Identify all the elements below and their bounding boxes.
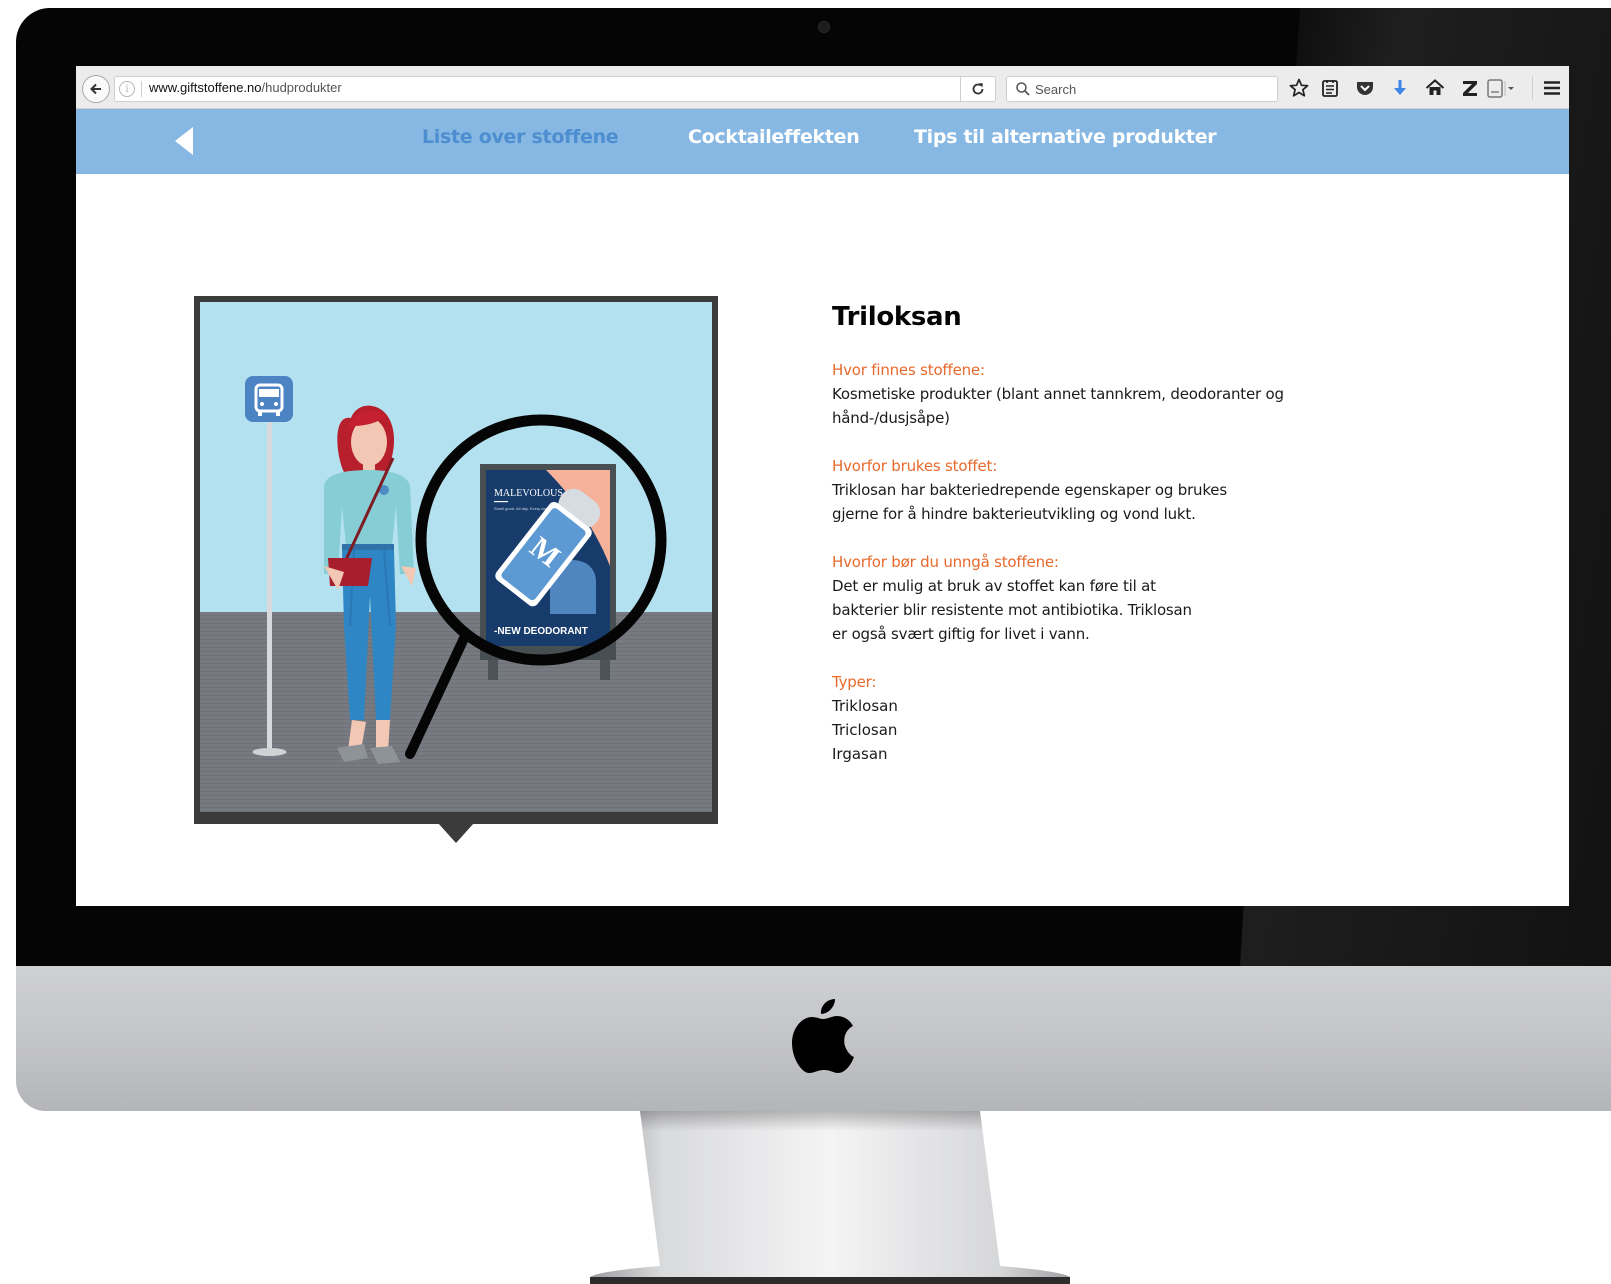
poster-tagline: Smell good. All day. Every day.: [494, 506, 549, 511]
section-heading-where: Hvor finnes stoffene:: [832, 361, 985, 379]
type-item: Triklosan: [832, 697, 898, 715]
url-path: /hudprodukter: [261, 80, 342, 95]
reload-icon: [972, 83, 984, 95]
illustration-bus-stop: MALEVOLOUS Smell good. All day. Every da…: [194, 296, 718, 824]
section-heading-why-avoid: Hvorfor bør du unngå stoffene:: [832, 553, 1059, 571]
search-icon: [1016, 82, 1030, 96]
nav-item-liste-over-stoffene[interactable]: Liste over stoffene: [422, 126, 619, 148]
menu-icon[interactable]: [1541, 77, 1563, 99]
info-icon[interactable]: i: [119, 81, 135, 97]
substance-info: Triloksan Hvor finnes stoffene: Kosmetis…: [832, 302, 1392, 766]
bookmark-star-icon[interactable]: [1288, 77, 1310, 99]
nav-item-tips-alternative-produkter[interactable]: Tips til alternative produkter: [914, 126, 1217, 148]
url-domain: www.giftstoffene.no: [149, 80, 262, 95]
section-body-why-avoid: Det er mulig at bruk av stoffet kan føre…: [832, 577, 1192, 643]
home-icon[interactable]: [1424, 77, 1446, 99]
pocket-icon[interactable]: [1354, 77, 1376, 99]
download-icon[interactable]: [1389, 77, 1411, 99]
zotero-icon[interactable]: [1459, 77, 1481, 99]
browser-back-button[interactable]: [82, 75, 110, 103]
browser-toolbar: i www.giftstoffene.no/hudprodukter: [76, 66, 1569, 109]
reading-list-icon[interactable]: [1319, 77, 1341, 99]
search-input[interactable]: [1035, 79, 1271, 99]
site-navbar: Liste over stoffene Cocktaileffekten Tip…: [76, 109, 1569, 174]
url-text[interactable]: www.giftstoffene.no/hudprodukter: [149, 80, 342, 95]
reload-button[interactable]: [960, 77, 995, 101]
illustration-pointer: [438, 823, 474, 843]
substance-title: Triloksan: [832, 302, 962, 332]
address-bar[interactable]: i www.giftstoffene.no/hudprodukter: [114, 76, 996, 102]
apple-logo-icon: [792, 999, 854, 1073]
poster-caption: -NEW DEODORANT: [494, 626, 588, 637]
screen: i www.giftstoffene.no/hudprodukter Liste…: [76, 66, 1569, 906]
camera-icon: [818, 21, 830, 33]
nav-item-cocktaileffekten[interactable]: Cocktaileffekten: [688, 126, 860, 148]
type-item: Irgasan: [832, 745, 888, 763]
back-icon: [90, 83, 101, 95]
monitor-stand: [590, 1111, 1070, 1284]
search-box[interactable]: [1006, 76, 1278, 102]
toolbar-divider: [1532, 76, 1533, 100]
poster-brand: MALEVOLOUS: [494, 488, 563, 499]
section-heading-why-used: Hvorfor brukes stoffet:: [832, 457, 998, 475]
type-item: Triclosan: [832, 721, 898, 739]
section-body-where: Kosmetiske produkter (blant annet tannkr…: [832, 385, 1284, 427]
nav-back-arrow-icon[interactable]: [172, 125, 194, 157]
section-heading-types: Typer:: [832, 673, 877, 691]
page-icon[interactable]: [1486, 77, 1518, 99]
section-body-why-used: Triklosan har bakteriedrepende egenskape…: [832, 481, 1227, 523]
url-divider: [141, 81, 142, 97]
